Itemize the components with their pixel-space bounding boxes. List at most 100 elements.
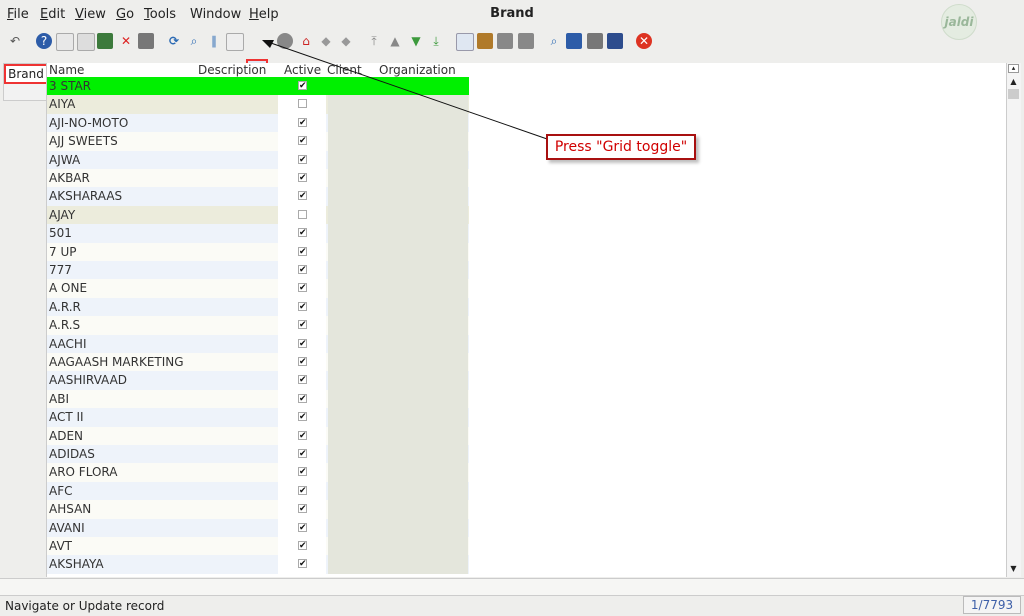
refresh-icon[interactable]: ⟳ [166, 33, 182, 49]
cell-name[interactable]: A.R.R [49, 298, 197, 316]
scroll-thumb[interactable] [1008, 89, 1019, 99]
cell-name[interactable]: ADIDAS [49, 445, 197, 463]
table-row[interactable]: AKSHAYA ✔ [47, 555, 469, 574]
cell-name[interactable]: A ONE [49, 279, 197, 297]
cell-organization[interactable] [378, 555, 468, 574]
cell-name[interactable]: AACHI [49, 335, 197, 353]
cell-client[interactable] [328, 389, 378, 409]
table-row[interactable]: AASHIRVAAD ✔ [47, 371, 469, 390]
cell-organization[interactable] [378, 242, 468, 261]
active-checkbox[interactable]: ✔ [298, 412, 307, 422]
cell-description[interactable] [198, 261, 278, 280]
cell-organization[interactable] [378, 518, 468, 537]
active-checkbox[interactable]: ✔ [298, 504, 307, 514]
attachment-icon[interactable]: ∥ [206, 33, 222, 49]
table-row[interactable]: ARO FLORA ✔ [47, 463, 469, 482]
cell-client[interactable] [328, 555, 378, 574]
scroll-up-icon[interactable]: ▲ [1008, 76, 1019, 87]
active-checkbox[interactable]: ✔ [298, 357, 307, 367]
save-icon[interactable] [138, 33, 154, 49]
cell-name[interactable]: 777 [49, 261, 197, 279]
cell-name[interactable]: 501 [49, 224, 197, 242]
last-record-icon[interactable]: ⤓ [428, 33, 444, 49]
active-checkbox[interactable]: ✔ [298, 393, 307, 403]
cell-organization[interactable] [378, 224, 468, 243]
cell-client[interactable] [328, 445, 378, 464]
active-checkbox[interactable]: ✔ [298, 117, 307, 127]
cell-name[interactable]: AAGAASH MARKETING [49, 353, 197, 371]
cell-description[interactable] [198, 150, 278, 169]
cell-name[interactable]: AVT [49, 537, 197, 555]
print-preview-icon[interactable] [497, 33, 513, 49]
cell-description[interactable] [198, 555, 278, 574]
cell-description[interactable] [198, 500, 278, 519]
table-row[interactable]: ADEN ✔ [47, 426, 469, 445]
cell-client[interactable] [328, 279, 378, 298]
product-info-icon[interactable] [587, 33, 603, 49]
active-checkbox[interactable]: ✔ [298, 485, 307, 495]
active-checkbox[interactable]: ✔ [298, 522, 307, 532]
cell-description[interactable] [198, 463, 278, 482]
cell-name[interactable]: ADEN [49, 427, 197, 445]
cell-organization[interactable] [378, 150, 468, 169]
column-header-description[interactable]: Description [198, 63, 266, 77]
cell-client[interactable] [328, 150, 378, 169]
help-icon[interactable]: ? [36, 33, 52, 49]
cell-organization[interactable] [378, 353, 468, 372]
cell-client[interactable] [328, 297, 378, 317]
cell-description[interactable] [198, 224, 278, 243]
workflow-icon[interactable] [607, 33, 623, 49]
active-checkbox[interactable]: ✔ [298, 136, 307, 146]
active-checkbox[interactable]: ✔ [298, 265, 307, 275]
column-header-client[interactable]: Client [327, 63, 362, 77]
cell-organization[interactable] [378, 132, 468, 151]
cell-name[interactable]: AFC [49, 482, 197, 500]
cell-name[interactable]: AHSAN [49, 500, 197, 518]
cell-organization[interactable] [378, 279, 468, 298]
active-checkbox[interactable]: ✔ [298, 467, 307, 477]
table-row[interactable]: A.R.S ✔ [47, 316, 469, 335]
scroll-down-icon[interactable]: ▼ [1008, 563, 1019, 574]
cell-description[interactable] [198, 187, 278, 206]
table-row[interactable]: ABI ✔ [47, 389, 469, 409]
cell-description[interactable] [198, 279, 278, 298]
active-checkbox[interactable]: ✔ [298, 320, 307, 330]
active-checkbox[interactable]: ✔ [298, 338, 307, 348]
cell-description[interactable] [198, 389, 278, 409]
cell-client[interactable] [328, 353, 378, 372]
cell-organization[interactable] [378, 445, 468, 464]
cell-organization[interactable] [378, 297, 468, 317]
request-icon[interactable] [566, 33, 582, 49]
active-checkbox[interactable]: ✔ [298, 541, 307, 551]
first-record-icon[interactable]: ⤒ [366, 33, 382, 49]
cell-client[interactable] [328, 537, 378, 556]
table-row[interactable]: AACHI ✔ [47, 334, 469, 353]
cell-organization[interactable] [378, 205, 468, 225]
copy-record-icon[interactable] [77, 33, 95, 51]
cell-name[interactable]: 3 STAR [49, 77, 197, 95]
delete-icon[interactable]: ✕ [118, 33, 134, 49]
cell-organization[interactable] [378, 95, 468, 114]
cell-organization[interactable] [378, 261, 468, 280]
cell-client[interactable] [328, 224, 378, 243]
cell-organization[interactable] [378, 169, 468, 188]
cell-organization[interactable] [378, 371, 468, 390]
undo-icon[interactable]: ↶ [7, 33, 23, 49]
tab-brand[interactable]: Brand [4, 64, 48, 84]
table-row[interactable]: ACT II ✔ [47, 408, 469, 427]
cell-client[interactable] [328, 77, 378, 96]
cell-description[interactable] [198, 353, 278, 372]
vertical-scrollbar[interactable]: ▴ ▲ ▼ [1006, 63, 1021, 577]
active-checkbox[interactable]: ✔ [298, 173, 307, 183]
cell-description[interactable] [198, 426, 278, 445]
table-row[interactable]: AVT ✔ [47, 537, 469, 556]
cell-client[interactable] [328, 518, 378, 537]
table-row[interactable]: AVANI ✔ [47, 518, 469, 537]
cell-client[interactable] [328, 132, 378, 151]
cell-name[interactable]: AVANI [49, 519, 197, 537]
cell-name[interactable]: AKBAR [49, 169, 197, 187]
cell-client[interactable] [328, 500, 378, 519]
detail-record-icon[interactable]: ◆ [338, 33, 354, 49]
active-checkbox[interactable]: ✔ [298, 430, 307, 440]
active-checkbox[interactable]: ✔ [298, 449, 307, 459]
